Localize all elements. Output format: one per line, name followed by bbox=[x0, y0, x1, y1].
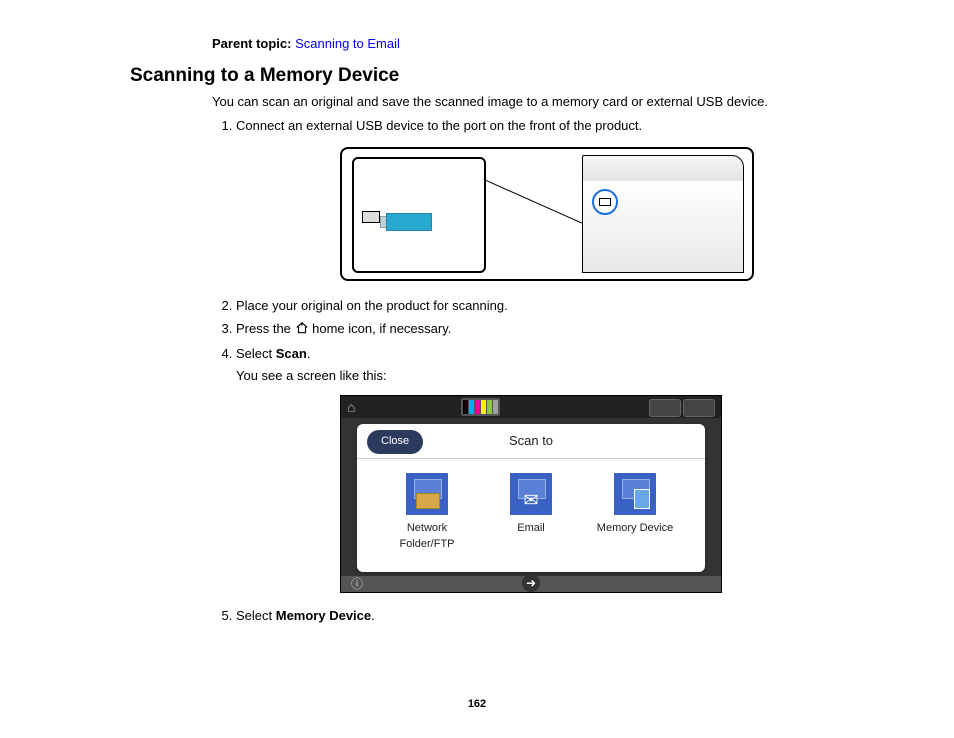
parent-topic: Parent topic: Scanning to Email bbox=[212, 36, 864, 51]
step-5-post: . bbox=[371, 608, 375, 623]
step-4-sub: You see a screen like this: bbox=[236, 367, 864, 385]
figure-inset bbox=[352, 157, 486, 273]
screen-panel-header: Close Scan to bbox=[357, 424, 705, 459]
memory-device-icon bbox=[614, 473, 656, 515]
step-4-bold: Scan bbox=[276, 346, 307, 361]
step-1: Connect an external USB device to the po… bbox=[236, 117, 864, 281]
info-icon: ⓘ bbox=[351, 576, 363, 593]
document-page: Parent topic: Scanning to Email Scanning… bbox=[0, 0, 954, 738]
figure-usb-connection bbox=[340, 147, 754, 281]
screen-title: Scan to bbox=[509, 424, 553, 458]
screen-home-icon: ⌂ bbox=[347, 399, 363, 415]
next-arrow-icon: ➜ bbox=[522, 574, 540, 592]
status-icon bbox=[683, 399, 715, 417]
screen-panel: Close Scan to Network Folder/FTP Email bbox=[357, 424, 705, 572]
screen-topbar: ⌂ bbox=[341, 396, 721, 418]
step-3-pre: Press the bbox=[236, 321, 295, 336]
option-email[interactable]: Email bbox=[490, 473, 572, 552]
close-button[interactable]: Close bbox=[367, 430, 423, 453]
page-heading: Scanning to a Memory Device bbox=[130, 65, 864, 87]
screen-options-row: Network Folder/FTP Email Memory Device bbox=[357, 459, 705, 552]
email-icon bbox=[510, 473, 552, 515]
home-icon bbox=[295, 321, 309, 340]
wifi-icon bbox=[649, 399, 681, 417]
parent-topic-link[interactable]: Scanning to Email bbox=[295, 36, 400, 51]
step-4-pre: Select bbox=[236, 346, 276, 361]
step-3-post: home icon, if necessary. bbox=[309, 321, 452, 336]
step-4-post: . bbox=[307, 346, 311, 361]
usb-port-icon bbox=[362, 211, 380, 223]
port-highlight-icon bbox=[592, 189, 618, 215]
option-label: Memory Device bbox=[594, 521, 676, 536]
option-memory-device[interactable]: Memory Device bbox=[594, 473, 676, 552]
option-network-folder[interactable]: Network Folder/FTP bbox=[386, 473, 468, 552]
step-5-pre: Select bbox=[236, 608, 276, 623]
usb-drive-icon bbox=[386, 213, 432, 231]
option-label: Email bbox=[490, 521, 572, 536]
step-5-bold: Memory Device bbox=[276, 608, 371, 623]
steps-list: Connect an external USB device to the po… bbox=[212, 117, 864, 626]
screen-status-icons bbox=[649, 399, 715, 417]
step-2-text: Place your original on the product for s… bbox=[236, 298, 508, 313]
figure-screen: ⌂ Close bbox=[340, 395, 722, 593]
parent-topic-label: Parent topic: bbox=[212, 36, 291, 51]
screen-bottom-bar: ⓘ ➜ bbox=[341, 576, 721, 592]
step-2: Place your original on the product for s… bbox=[236, 297, 864, 315]
step-4: Select Scan. You see a screen like this:… bbox=[236, 345, 864, 593]
step-5: Select Memory Device. bbox=[236, 607, 864, 625]
intro-text: You can scan an original and save the sc… bbox=[212, 93, 864, 111]
ink-status-icon bbox=[461, 398, 500, 416]
step-3: Press the home icon, if necessary. bbox=[236, 320, 864, 340]
network-folder-icon bbox=[406, 473, 448, 515]
page-number: 162 bbox=[0, 698, 954, 710]
step-1-text: Connect an external USB device to the po… bbox=[236, 118, 642, 133]
option-label: Network Folder/FTP bbox=[386, 521, 468, 552]
